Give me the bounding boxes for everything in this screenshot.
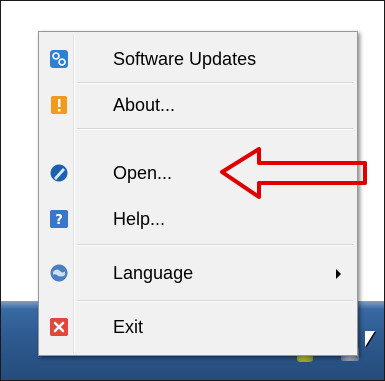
menu-item-software-updates[interactable]: Software Updates [41, 42, 355, 76]
menu-item-label: About... [113, 94, 176, 115]
menu-icon-gutter [73, 34, 75, 353]
chevron-right-icon [336, 269, 341, 279]
menu-separator [77, 300, 353, 302]
help-icon: ? [50, 210, 68, 228]
software-updates-icon [50, 50, 68, 68]
annotation-arrow-icon [220, 147, 367, 199]
screenshot-frame: Software Updates About... Open... ? Help… [0, 0, 385, 381]
open-app-icon [50, 164, 68, 182]
menu-item-about[interactable]: About... [41, 88, 355, 122]
menu-separator [77, 244, 353, 246]
language-globe-icon [50, 264, 68, 282]
menu-item-exit[interactable]: Exit [41, 310, 355, 344]
menu-item-language[interactable]: Language [41, 256, 355, 290]
svg-text:?: ? [55, 213, 63, 228]
menu-item-label: Help... [113, 208, 166, 229]
menu-item-label: Language [113, 262, 194, 283]
menu-separator [77, 128, 353, 130]
menu-item-label: Open... [113, 162, 173, 183]
mouse-cursor-icon [365, 331, 375, 347]
menu-item-label: Software Updates [113, 48, 257, 69]
about-warning-icon [50, 96, 68, 114]
menu-item-help[interactable]: ? Help... [41, 202, 355, 236]
exit-icon [50, 318, 68, 336]
menu-item-label: Exit [113, 316, 144, 337]
menu-separator [77, 82, 353, 84]
